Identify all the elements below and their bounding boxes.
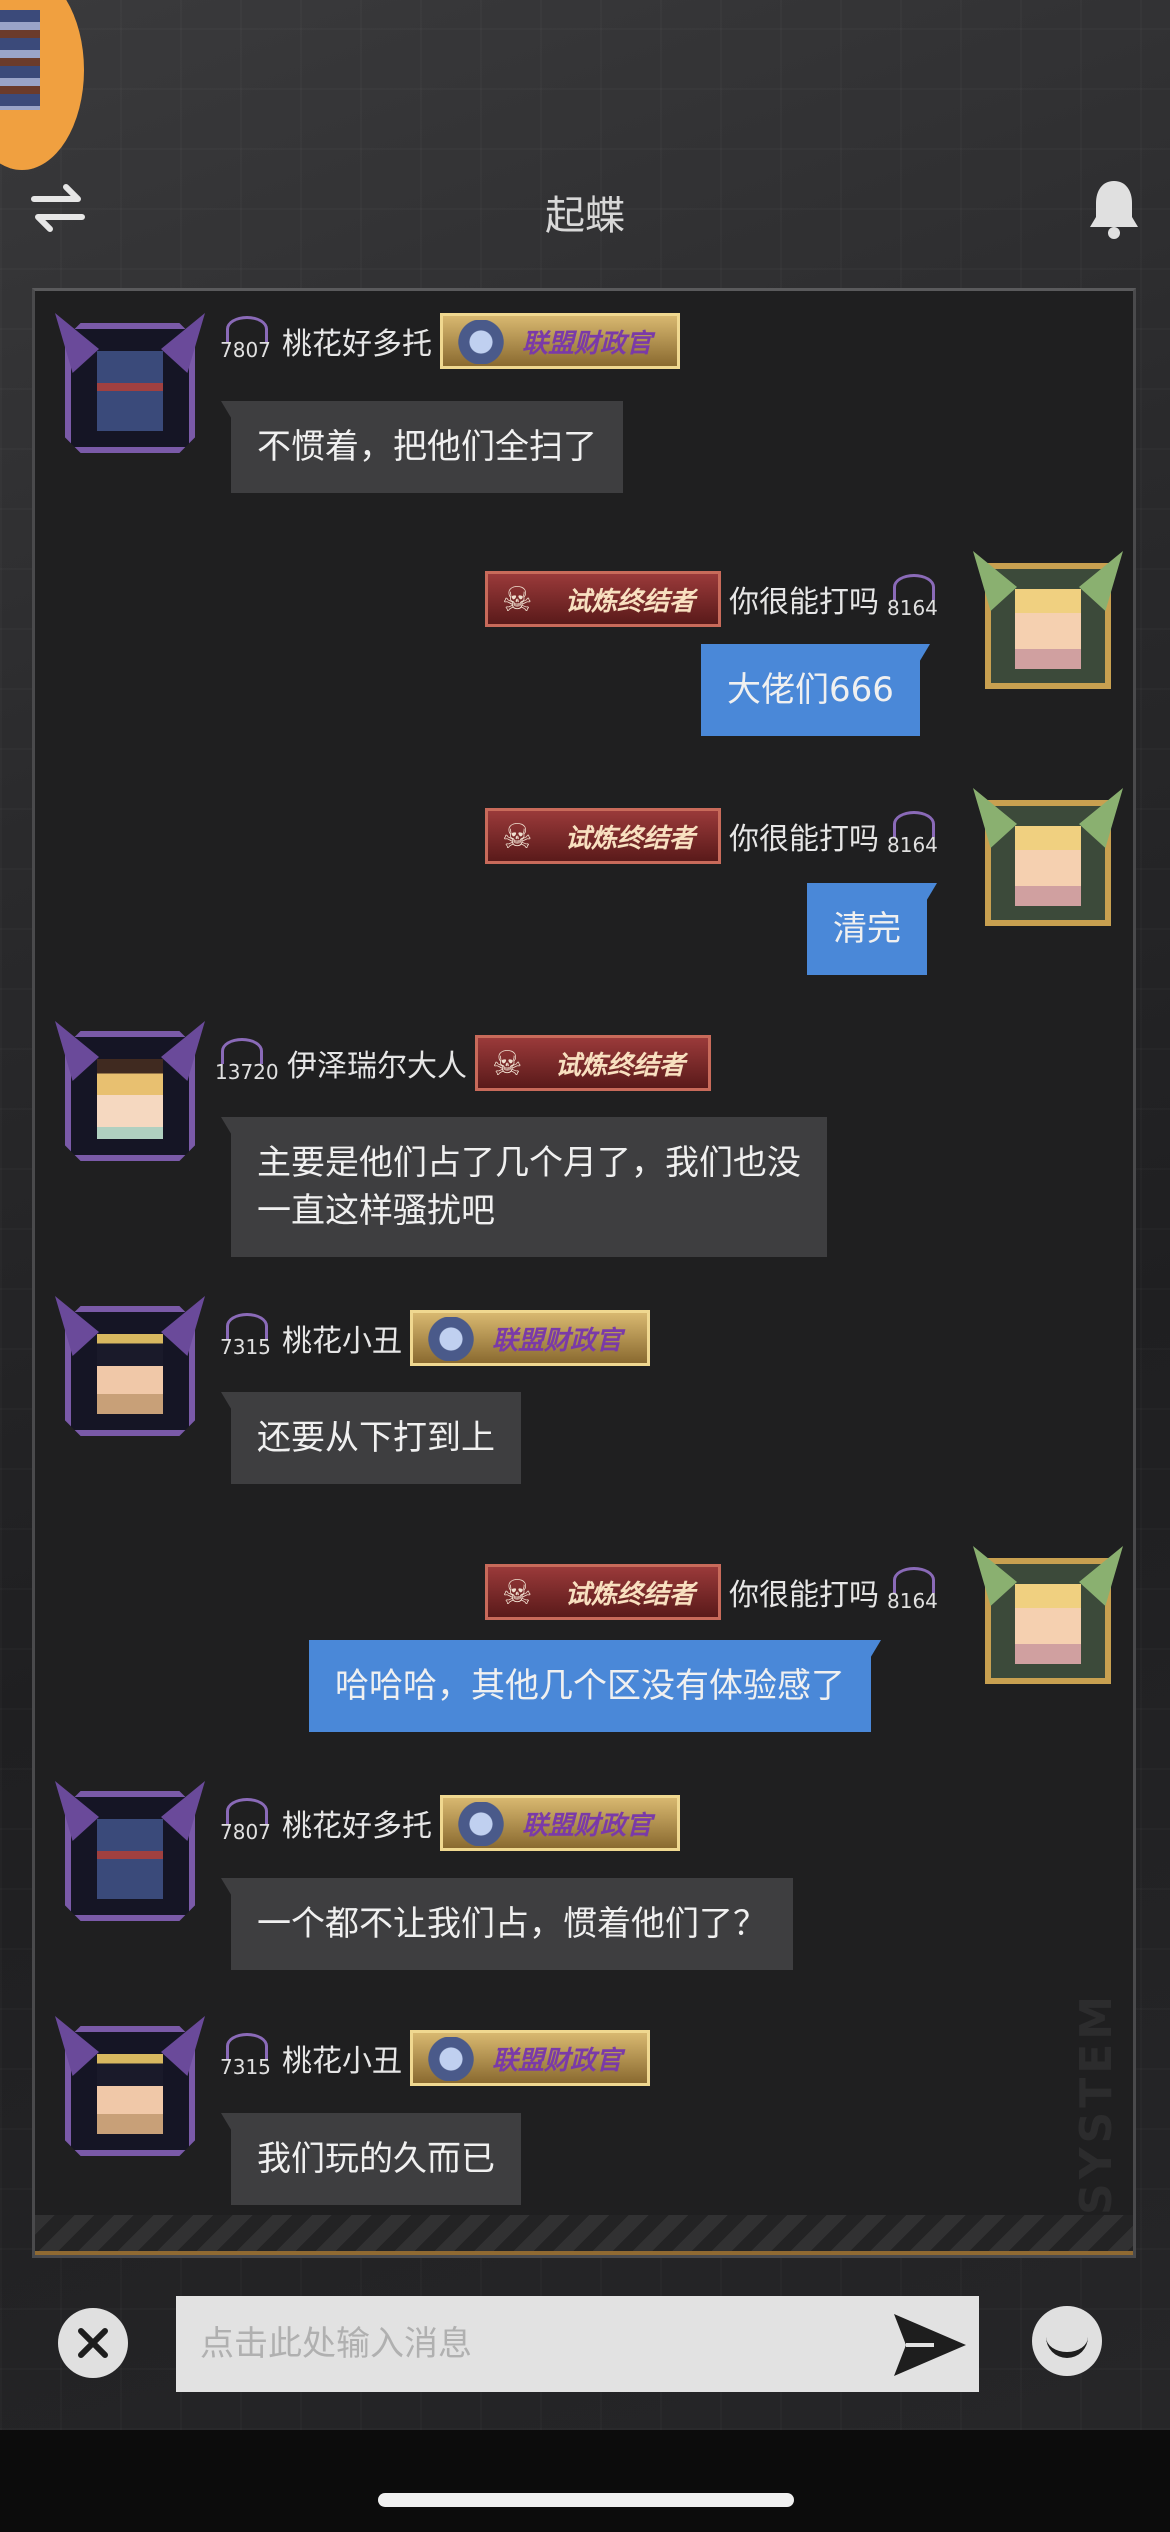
level-number: 13720: [215, 1060, 279, 1084]
message-bubble: 大佬们666: [701, 644, 930, 736]
level-badge: 8164: [887, 574, 941, 624]
sender-name: 你很能打吗: [729, 822, 879, 857]
level-number: 8164: [887, 833, 938, 857]
avatar-portrait: [97, 1334, 163, 1414]
title-badge: 试炼终结者: [485, 571, 721, 627]
level-badge: 7315: [220, 2033, 274, 2083]
chat-message: 7315 桃花小丑 联盟财政官 我们玩的久而已: [35, 2016, 1133, 2216]
title-badge: 联盟财政官: [410, 1310, 650, 1366]
title-badge: 试炼终结者: [485, 808, 721, 864]
sender-name: 伊泽瑞尔大人: [287, 1049, 467, 1084]
message-meta: 试炼终结者 你很能打吗 8164: [485, 1564, 941, 1620]
avatar-portrait: [97, 1819, 163, 1899]
sender-name: 桃花小丑: [282, 2044, 402, 2079]
level-number: 7807: [220, 338, 271, 362]
level-number: 7807: [220, 1820, 271, 1844]
title-badge: 联盟财政官: [410, 2030, 650, 2086]
level-number: 7315: [220, 2055, 271, 2079]
title-badge: 试炼终结者: [485, 1564, 721, 1620]
message-meta: 7315 桃花小丑 联盟财政官: [220, 1310, 650, 1366]
chat-message: 试炼终结者 你很能打吗 8164 哈哈哈，其他几个区没有体验感了: [35, 1546, 1135, 1746]
message-bubble: 哈哈哈，其他几个区没有体验感了: [309, 1640, 881, 1732]
panel-bottom-stripe: [35, 2215, 1133, 2255]
message-meta: 7315 桃花小丑 联盟财政官: [220, 2030, 650, 2086]
level-badge: 8164: [887, 811, 941, 861]
message-bubble: 我们玩的久而已: [221, 2113, 521, 2205]
send-icon[interactable]: [890, 2310, 970, 2380]
sender-avatar[interactable]: [55, 1296, 205, 1446]
bell-icon[interactable]: [1086, 177, 1142, 241]
channel-title: 起蝶: [545, 193, 625, 239]
close-button[interactable]: [58, 2308, 128, 2378]
message-meta: 13720 伊泽瑞尔大人 试炼终结者: [215, 1035, 711, 1091]
close-icon: [78, 2328, 108, 2358]
avatar-portrait: [97, 351, 163, 431]
avatar-portrait: [97, 2054, 163, 2134]
level-badge: 8164: [887, 1567, 941, 1617]
message-meta: 7807 桃花好多托 联盟财政官: [220, 313, 680, 369]
level-number: 7315: [220, 1335, 271, 1359]
message-bubble: 一个都不让我们占，惯着他们了？: [221, 1878, 793, 1970]
message-input[interactable]: [176, 2296, 979, 2392]
level-number: 8164: [887, 596, 938, 620]
avatar-portrait: [97, 1059, 163, 1139]
emoji-icon: [1046, 2322, 1088, 2358]
avatar-portrait: [1015, 1584, 1081, 1664]
chat-message: 7807 桃花好多托 联盟财政官 一个都不让我们占，惯着他们了？: [35, 1781, 1133, 1981]
sender-avatar[interactable]: [973, 551, 1123, 701]
message-meta: 7807 桃花好多托 联盟财政官: [220, 1795, 680, 1851]
home-indicator[interactable]: [378, 2493, 794, 2507]
message-meta: 试炼终结者 你很能打吗 8164: [485, 571, 941, 627]
message-bubble: 不惯着，把他们全扫了: [221, 401, 623, 493]
level-badge: 7807: [220, 1798, 274, 1848]
sender-avatar[interactable]: [55, 1021, 205, 1171]
chat-message: 7807 桃花好多托 联盟财政官 不惯着，把他们全扫了: [35, 291, 1133, 493]
sender-avatar[interactable]: [973, 788, 1123, 938]
message-meta: 试炼终结者 你很能打吗 8164: [485, 808, 941, 864]
title-badge: 试炼终结者: [475, 1035, 711, 1091]
title-badge: 联盟财政官: [440, 1795, 680, 1851]
message-bubble: 主要是他们占了几个月了，我们也没 一直这样骚扰吧: [221, 1117, 827, 1257]
system-bottom-bar: [0, 2430, 1170, 2532]
sender-avatar[interactable]: [973, 1546, 1123, 1696]
sender-name: 你很能打吗: [729, 585, 879, 620]
sender-name: 桃花好多托: [282, 327, 432, 362]
sender-avatar[interactable]: [55, 313, 205, 463]
top-bar: 起蝶: [0, 165, 1170, 255]
level-number: 8164: [887, 1589, 938, 1613]
message-bubble: 清完: [807, 883, 937, 975]
chat-message: 13720 伊泽瑞尔大人 试炼终结者 主要是他们占了几个月了，我们也没 一直这样…: [35, 1021, 1133, 1281]
sender-name: 桃花小丑: [282, 1324, 402, 1359]
chat-message: 7315 桃花小丑 联盟财政官 还要从下打到上: [35, 1296, 1133, 1496]
chat-message: 试炼终结者 你很能打吗 8164 清完: [35, 788, 1135, 988]
level-badge: 7807: [220, 316, 274, 366]
sender-avatar[interactable]: [55, 2016, 205, 2166]
player-avatar-sprite: [0, 10, 40, 110]
avatar-portrait: [1015, 589, 1081, 669]
message-bubble: 还要从下打到上: [221, 1392, 521, 1484]
level-badge: 7315: [220, 1313, 274, 1363]
title-badge: 联盟财政官: [440, 313, 680, 369]
sender-name: 你很能打吗: [729, 1578, 879, 1613]
emoji-button[interactable]: [1032, 2306, 1102, 2376]
chat-message: 试炼终结者 你很能打吗 8164 大佬们666: [35, 551, 1135, 751]
avatar-portrait: [1015, 826, 1081, 906]
sender-avatar[interactable]: [55, 1781, 205, 1931]
input-bar: [0, 2270, 1170, 2420]
sender-name: 桃花好多托: [282, 1809, 432, 1844]
chat-panel[interactable]: SYSTEM 7807 桃花好多托 联盟财政官 不惯着，把他们全扫了 试炼终结者…: [32, 288, 1136, 2258]
level-badge: 13720: [215, 1038, 279, 1088]
